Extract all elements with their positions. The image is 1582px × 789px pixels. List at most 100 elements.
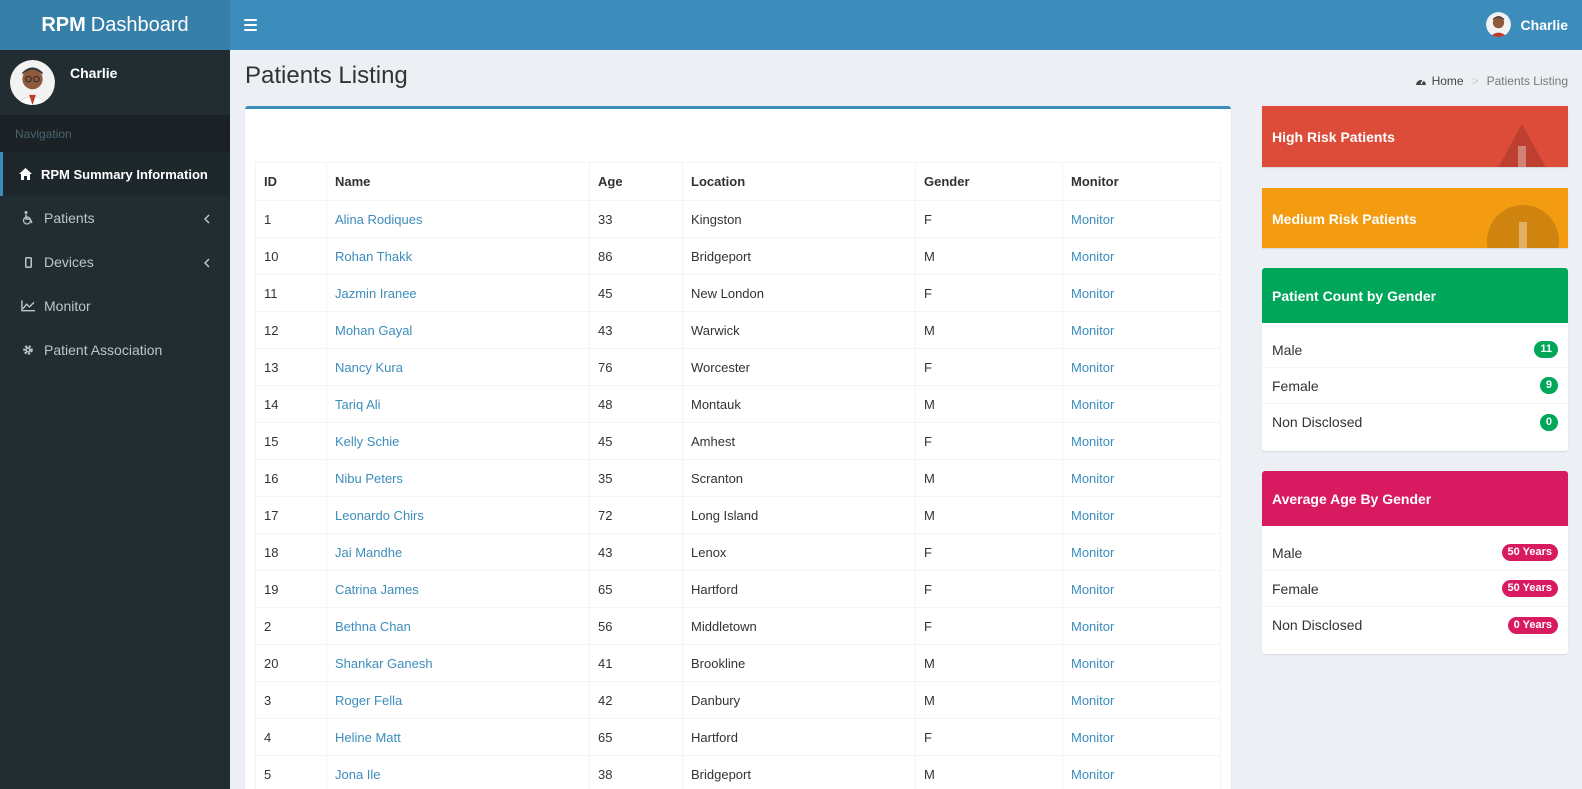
cell-id: 4	[264, 729, 272, 745]
table-cell: F	[915, 200, 1063, 238]
brand-bold: RPM	[41, 13, 86, 36]
monitor-link[interactable]: Monitor	[1071, 360, 1114, 375]
cell-id: 16	[264, 470, 279, 486]
cell-age: 65	[598, 581, 613, 597]
table-cell: Monitor	[1062, 607, 1221, 645]
table-row: 10 Rohan Thakk 86 Bridgeport M Monitor	[255, 237, 1221, 275]
cell-location: Hartford	[691, 729, 738, 745]
cell-age: 65	[598, 729, 613, 745]
table-header-row: ID Name Age Location Gender Monitor	[255, 162, 1221, 201]
sidebar-item-patients[interactable]: Patients	[0, 196, 230, 240]
breadcrumb-current: Patients Listing	[1486, 74, 1568, 88]
monitor-link[interactable]: Monitor	[1071, 508, 1114, 523]
gear-icon	[21, 343, 35, 357]
patient-name-link[interactable]: Nancy Kura	[335, 360, 403, 375]
cell-id: 19	[264, 581, 279, 597]
monitor-link[interactable]: Monitor	[1071, 471, 1114, 486]
table-cell: Worcester	[682, 348, 916, 386]
patient-name-link[interactable]: Kelly Schie	[335, 434, 399, 449]
cell-id: 18	[264, 544, 279, 560]
monitor-link[interactable]: Monitor	[1071, 693, 1114, 708]
column-header: Monitor	[1062, 162, 1221, 201]
monitor-link[interactable]: Monitor	[1071, 286, 1114, 301]
sidebar-item-devices[interactable]: Devices	[0, 240, 230, 284]
patient-name-link[interactable]: Tariq Ali	[335, 397, 381, 412]
monitor-link[interactable]: Monitor	[1071, 212, 1114, 227]
table-cell: 45	[589, 422, 683, 460]
patient-name-link[interactable]: Jona Ile	[335, 767, 381, 782]
monitor-link[interactable]: Monitor	[1071, 545, 1114, 560]
table-row: 4 Heline Matt 65 Hartford F Monitor	[255, 718, 1221, 756]
cell-id: 14	[264, 396, 279, 412]
table-cell: 17	[255, 496, 327, 534]
breadcrumb-home[interactable]: Home	[1432, 74, 1464, 88]
medium-risk-box[interactable]: Medium Risk Patients	[1262, 188, 1568, 248]
brand-logo[interactable]: RPM Dashboard	[0, 0, 230, 50]
monitor-link[interactable]: Monitor	[1071, 767, 1114, 782]
age-badge: 50 Years	[1501, 580, 1558, 597]
sidebar-user-name: Charlie	[70, 65, 118, 81]
line-chart-icon	[21, 299, 35, 313]
cell-location: Bridgeport	[691, 766, 751, 782]
patient-name-link[interactable]: Leonardo Chirs	[335, 508, 424, 523]
cell-age: 72	[598, 507, 613, 523]
patient-name-link[interactable]: Nibu Peters	[335, 471, 403, 486]
patient-name-link[interactable]: Roger Fella	[335, 693, 402, 708]
table-cell: Monitor	[1062, 533, 1221, 571]
sidebar-toggle-icon[interactable]	[244, 17, 257, 33]
patient-name-link[interactable]: Shankar Ganesh	[335, 656, 433, 671]
count-badge: 11	[1534, 341, 1558, 358]
cell-id: 2	[264, 618, 272, 634]
monitor-link[interactable]: Monitor	[1071, 730, 1114, 745]
patient-name-link[interactable]: Jai Mandhe	[335, 545, 402, 560]
table-cell: 41	[589, 644, 683, 682]
cell-id: 1	[264, 211, 272, 227]
list-item: Male 50 Years	[1262, 535, 1568, 571]
monitor-link[interactable]: Monitor	[1071, 582, 1114, 597]
table-cell: Nancy Kura	[326, 348, 590, 386]
column-header: Age	[589, 162, 683, 201]
row-label: Non Disclosed	[1272, 617, 1363, 633]
table-cell: Shankar Ganesh	[326, 644, 590, 682]
column-header: Gender	[915, 162, 1063, 201]
count-badge: 9	[1539, 377, 1558, 394]
table-row: 19 Catrina James 65 Hartford F Monitor	[255, 570, 1221, 608]
user-menu[interactable]: Charlie	[1485, 12, 1568, 37]
cell-age: 76	[598, 359, 613, 375]
monitor-link[interactable]: Monitor	[1071, 397, 1114, 412]
patient-name-link[interactable]: Catrina James	[335, 582, 419, 597]
row-label: Female	[1272, 377, 1319, 394]
patient-name-link[interactable]: Jazmin Iranee	[335, 286, 417, 301]
table-cell: Amhest	[682, 422, 916, 460]
table-cell: 1	[255, 200, 327, 238]
sidebar-item-monitor[interactable]: Monitor	[0, 284, 230, 328]
table-cell: 13	[255, 348, 327, 386]
monitor-link[interactable]: Monitor	[1071, 434, 1114, 449]
monitor-link[interactable]: Monitor	[1071, 249, 1114, 264]
cell-location: Danbury	[691, 692, 741, 708]
table-cell: F	[915, 607, 1063, 645]
table-row: 20 Shankar Ganesh 41 Brookline M Monitor	[255, 644, 1221, 682]
patient-name-link[interactable]: Rohan Thakk	[335, 249, 412, 264]
monitor-link[interactable]: Monitor	[1071, 323, 1114, 338]
patient-name-link[interactable]: Alina Rodiques	[335, 212, 422, 227]
table-cell: F	[915, 570, 1063, 608]
row-label: Male	[1272, 341, 1303, 358]
sidebar: Charlie Navigation RPM Summary Informati…	[0, 50, 230, 789]
cell-age: 56	[598, 618, 613, 634]
table-row: 18 Jai Mandhe 43 Lenox F Monitor	[255, 533, 1221, 571]
patient-name-link[interactable]: Mohan Gayal	[335, 323, 412, 338]
patient-name-link[interactable]: Bethna Chan	[335, 619, 411, 634]
monitor-link[interactable]: Monitor	[1071, 619, 1114, 634]
sidebar-item-patient-association[interactable]: Patient Association	[0, 328, 230, 372]
sidebar-item-rpm-summary[interactable]: RPM Summary Information	[0, 152, 230, 196]
patient-name-link[interactable]: Heline Matt	[335, 730, 401, 745]
high-risk-box[interactable]: High Risk Patients	[1262, 106, 1568, 167]
table-row: 3 Roger Fella 42 Danbury M Monitor	[255, 681, 1221, 719]
table-cell: Tariq Ali	[326, 385, 590, 423]
monitor-link[interactable]: Monitor	[1071, 656, 1114, 671]
panel-title: Average Age By Gender	[1262, 471, 1568, 526]
table-cell: Monitor	[1062, 274, 1221, 312]
table-cell: 38	[589, 755, 683, 789]
sidebar-item-label: Monitor	[44, 298, 91, 314]
